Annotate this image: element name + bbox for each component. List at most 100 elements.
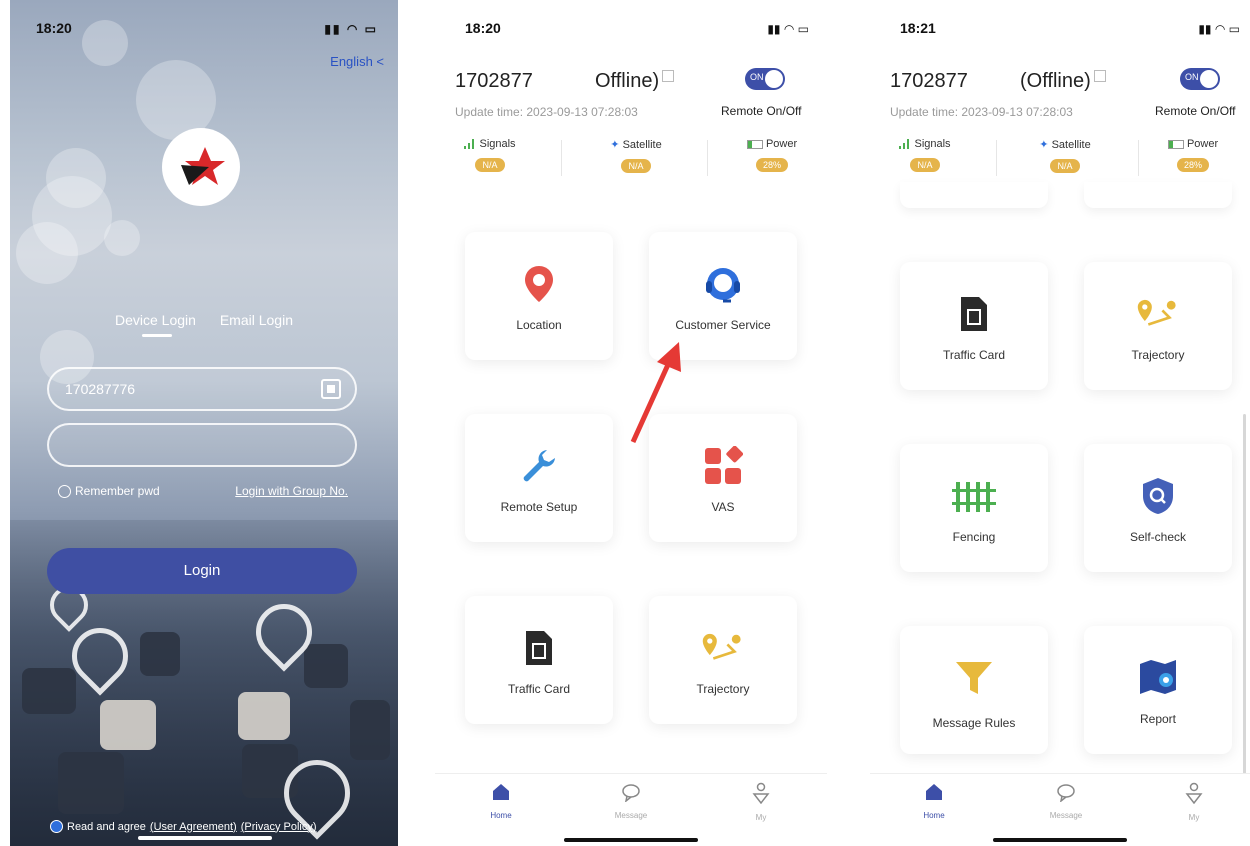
group-login-link[interactable]: Login with Group No. — [235, 484, 348, 498]
metric-badge: N/A — [910, 158, 940, 172]
fence-icon — [952, 482, 996, 512]
shield-search-icon — [1143, 478, 1173, 514]
edit-icon[interactable] — [1093, 70, 1106, 82]
satellite-icon: ✦ — [610, 139, 620, 151]
card-label: VAS — [711, 500, 735, 514]
status-time: 18:20 — [465, 20, 501, 36]
card-trajectory[interactable]: Trajectory — [1084, 262, 1232, 390]
metric-satellite: ✦ Satellite N/A — [1010, 138, 1120, 174]
update-time: Update time: 2023-09-13 07:28:03 — [455, 105, 638, 119]
card-remote-setup[interactable]: Remote Setup — [465, 414, 613, 542]
car-shape — [350, 700, 390, 760]
funnel-icon — [956, 662, 992, 694]
privacy-policy-link[interactable]: (Privacy Policy) — [241, 821, 317, 833]
update-time: Update time: 2023-09-13 07:28:03 — [890, 105, 1073, 119]
metric-badge: 28% — [1176, 158, 1209, 172]
divider — [707, 140, 708, 176]
toggle-knob — [765, 70, 783, 88]
car-shape — [304, 644, 348, 688]
card-traffic-card[interactable]: Traffic Card — [465, 596, 613, 724]
nav-home[interactable]: Home — [461, 782, 541, 820]
active-tab-indicator — [142, 334, 172, 337]
language-selector[interactable]: English < — [330, 54, 384, 69]
tab-email-login[interactable]: Email Login — [220, 312, 293, 328]
car-shape — [238, 692, 290, 740]
device-id-input[interactable] — [49, 369, 331, 409]
car-shape — [22, 668, 76, 714]
route-icon — [702, 633, 741, 660]
nav-label: Message — [614, 811, 648, 820]
password-field[interactable] — [47, 423, 357, 467]
car-shape — [100, 700, 156, 750]
divider — [996, 140, 997, 176]
toggle-label: ON — [1185, 72, 1199, 82]
signal-icon — [899, 139, 910, 150]
agree-checkbox[interactable] — [50, 820, 63, 833]
card-self-check[interactable]: Self-check — [1084, 444, 1232, 572]
user-icon — [1185, 782, 1203, 805]
remember-label: Remember pwd — [75, 484, 160, 498]
card-message-rules[interactable]: Message Rules — [900, 626, 1048, 754]
metric-label: Power — [1186, 138, 1219, 150]
map-report-icon — [1140, 660, 1176, 694]
wrench-icon — [523, 450, 555, 482]
tab-device-login[interactable]: Device Login — [115, 312, 196, 328]
nav-my[interactable]: My — [1154, 782, 1234, 822]
nav-home[interactable]: Home — [894, 782, 974, 820]
status-time: 18:21 — [900, 20, 936, 36]
login-screen: 18:20 ▮▮ ◠ ▭ English < Device Login Emai… — [10, 0, 398, 846]
device-id: 1702877 — [890, 70, 968, 92]
metric-power: Power 28% — [1138, 138, 1248, 173]
metric-badge: N/A — [621, 159, 651, 173]
login-button[interactable]: Login — [47, 548, 357, 594]
password-input[interactable] — [49, 425, 331, 465]
toggle-knob — [1200, 70, 1218, 88]
scrollbar[interactable] — [1243, 414, 1246, 774]
card-label: Trajectory — [696, 682, 750, 696]
message-icon — [622, 784, 640, 803]
device-id: 1702877 — [455, 70, 533, 92]
card-trajectory[interactable]: Trajectory — [649, 596, 797, 724]
message-icon — [1057, 784, 1075, 803]
qr-scan-icon[interactable] — [321, 379, 341, 399]
toggle-label: ON — [750, 72, 764, 82]
home-screen: 18:20 ▮▮ ◠ ▭ 1702877 Offline) Update tim… — [435, 0, 827, 846]
user-agreement-link[interactable]: (User Agreement) — [150, 821, 237, 833]
bokeh-light — [104, 220, 140, 256]
apps-icon — [705, 446, 743, 484]
nav-label: My — [1188, 813, 1200, 822]
home-indicator — [138, 836, 272, 840]
card-label: Remote Setup — [500, 500, 578, 514]
login-tabs: Device Login Email Login — [10, 312, 398, 328]
route-icon — [1137, 299, 1176, 326]
nav-my[interactable]: My — [721, 782, 801, 822]
card-traffic-card[interactable]: Traffic Card — [900, 262, 1048, 390]
remember-password[interactable]: Remember pwd — [58, 484, 160, 498]
nav-label: Message — [1049, 811, 1083, 820]
bottom-nav: Home Message My — [870, 773, 1250, 846]
card-location[interactable]: Location — [465, 232, 613, 360]
remote-toggle[interactable]: ON — [1180, 68, 1220, 90]
satellite-icon: ✦ — [1039, 139, 1049, 151]
metric-signals: Signals N/A — [870, 138, 980, 173]
nav-message[interactable]: Message — [1026, 782, 1106, 820]
bokeh-light — [16, 222, 78, 284]
metric-label: Signals — [914, 138, 951, 150]
nav-label: My — [755, 813, 767, 822]
red-arrow-annotation — [630, 342, 681, 444]
nav-message[interactable]: Message — [591, 782, 671, 820]
status-time: 18:20 — [36, 20, 72, 36]
card-label: Traffic Card — [507, 682, 570, 696]
agreement-row: Read and agree (User Agreement) (Privacy… — [50, 820, 317, 833]
agree-label: Read and agree — [67, 820, 146, 833]
device-id-field[interactable] — [47, 367, 357, 411]
edit-icon[interactable] — [662, 70, 675, 82]
metric-signals: Signals N/A — [435, 138, 545, 173]
radio-icon[interactable] — [58, 484, 71, 498]
card-fencing[interactable]: Fencing — [900, 444, 1048, 572]
card-label: Fencing — [952, 530, 996, 544]
remote-toggle[interactable]: ON — [745, 68, 785, 90]
card-partial — [1084, 182, 1232, 208]
card-report[interactable]: Report — [1084, 626, 1232, 754]
device-status-text: Offline) — [595, 70, 660, 92]
